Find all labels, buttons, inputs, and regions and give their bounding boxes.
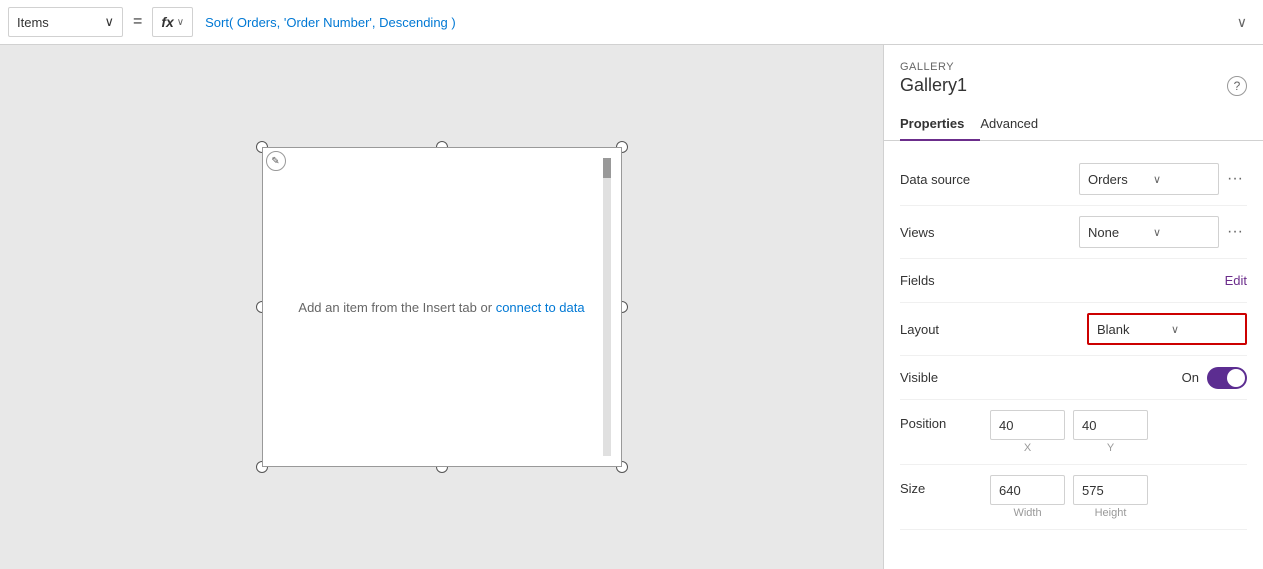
tab-properties[interactable]: Properties [900, 108, 980, 141]
layout-label: Layout [900, 322, 990, 337]
equals-sign: = [127, 13, 148, 31]
visible-on-label: On [1182, 370, 1199, 385]
fx-chevron-icon: ∨ [177, 17, 184, 28]
size-label: Size [900, 475, 990, 496]
canvas-area[interactable]: ✎ Add an item from the Insert tab or con… [0, 45, 883, 569]
layout-chevron-icon: ∨ [1171, 323, 1237, 336]
gallery-widget[interactable]: ✎ Add an item from the Insert tab or con… [252, 137, 632, 477]
items-chevron-icon: ∨ [104, 14, 114, 30]
gallery-scrollbar-thumb [603, 158, 611, 178]
fields-label: Fields [900, 273, 990, 288]
gallery-edit-icon[interactable]: ✎ [266, 151, 286, 171]
placeholder-connector: or [477, 300, 496, 315]
views-row: Views None ∨ ··· [900, 206, 1247, 259]
position-x-input[interactable] [990, 410, 1065, 440]
views-chevron-icon: ∨ [1153, 226, 1210, 239]
views-dropdown[interactable]: None ∨ [1079, 216, 1219, 248]
layout-value: Blank [1097, 322, 1163, 337]
views-label: Views [900, 225, 990, 240]
formula-bar: Items ∨ = fx ∨ ∨ [0, 0, 1263, 45]
fields-row: Fields Edit [900, 259, 1247, 303]
items-label: Items [17, 15, 49, 30]
data-source-more-icon[interactable]: ··· [1223, 167, 1247, 191]
data-source-row: Data source Orders ∨ ··· [900, 153, 1247, 206]
data-source-dropdown[interactable]: Orders ∨ [1079, 163, 1219, 195]
size-width-group: Width [990, 475, 1065, 519]
layout-dropdown[interactable]: Blank ∨ [1087, 313, 1247, 345]
visible-row: Visible On [900, 356, 1247, 400]
size-width-label: Width [1013, 507, 1041, 519]
placeholder-link[interactable]: connect to data [496, 300, 585, 315]
visible-controls: On [990, 367, 1247, 389]
visible-label: Visible [900, 370, 990, 385]
panel-section-label: GALLERY [900, 61, 1247, 73]
position-y-input[interactable] [1073, 410, 1148, 440]
fx-icon: fx [161, 14, 173, 30]
fields-edit-link[interactable]: Edit [990, 273, 1247, 288]
gallery-scrollbar[interactable] [603, 158, 611, 456]
position-y-label: Y [1107, 442, 1114, 454]
gallery-placeholder: Add an item from the Insert tab or conne… [298, 300, 584, 315]
tab-advanced[interactable]: Advanced [980, 108, 1054, 141]
fields-controls: Edit [990, 273, 1247, 288]
formula-input[interactable] [197, 7, 1225, 37]
right-panel: GALLERY Gallery1 ? Properties Advanced D… [883, 45, 1263, 569]
position-inputs: X Y [990, 410, 1247, 454]
main-content: ✎ Add an item from the Insert tab or con… [0, 45, 1263, 569]
views-value: None [1088, 225, 1145, 240]
fx-button[interactable]: fx ∨ [152, 7, 193, 37]
data-source-chevron-icon: ∨ [1153, 173, 1210, 186]
data-source-label: Data source [900, 172, 990, 187]
data-source-value: Orders [1088, 172, 1145, 187]
size-row: Size Width Height [900, 465, 1247, 530]
panel-title: Gallery1 ? [900, 75, 1247, 96]
visible-toggle[interactable] [1207, 367, 1247, 389]
size-inputs: Width Height [990, 475, 1247, 519]
panel-title-text: Gallery1 [900, 75, 967, 96]
help-icon[interactable]: ? [1227, 76, 1247, 96]
size-width-input[interactable] [990, 475, 1065, 505]
items-dropdown[interactable]: Items ∨ [8, 7, 123, 37]
views-controls: None ∨ ··· [990, 216, 1247, 248]
position-label: Position [900, 410, 990, 431]
position-x-label: X [1024, 442, 1031, 454]
placeholder-text-1: Add an item from the Insert tab [298, 300, 476, 315]
data-source-controls: Orders ∨ ··· [990, 163, 1247, 195]
position-y-group: Y [1073, 410, 1148, 454]
formula-expand-icon[interactable]: ∨ [1229, 10, 1255, 35]
gallery-box: Add an item from the Insert tab or conne… [262, 147, 622, 467]
layout-row: Layout Blank ∨ [900, 303, 1247, 356]
size-height-group: Height [1073, 475, 1148, 519]
panel-tabs: Properties Advanced [884, 108, 1263, 141]
layout-controls: Blank ∨ [990, 313, 1247, 345]
views-more-icon[interactable]: ··· [1223, 220, 1247, 244]
position-x-group: X [990, 410, 1065, 454]
panel-header: GALLERY Gallery1 ? [884, 45, 1263, 108]
position-row: Position X Y [900, 400, 1247, 465]
visible-toggle-container: On [1182, 367, 1247, 389]
panel-body: Data source Orders ∨ ··· Views None ∨ [884, 141, 1263, 542]
size-height-label: Height [1095, 507, 1127, 519]
size-height-input[interactable] [1073, 475, 1148, 505]
